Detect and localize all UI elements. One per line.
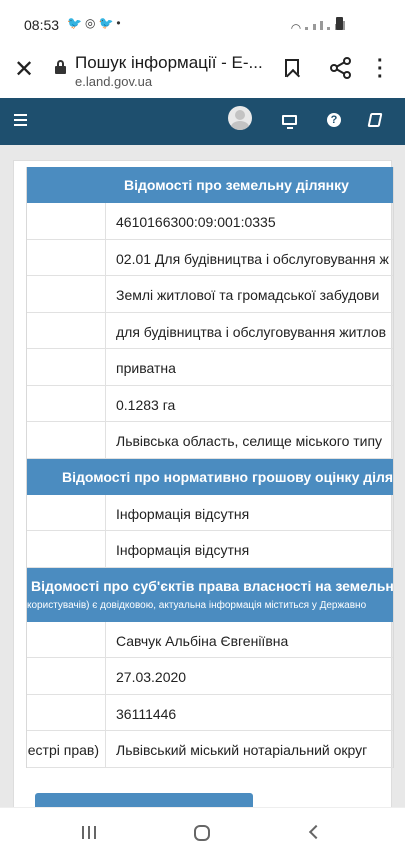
table-row: Львівська область, селище міського типу [27, 422, 393, 459]
bookmark-icon[interactable] [285, 59, 299, 77]
home-icon[interactable] [194, 825, 210, 841]
twitter-icon: 🐦 [67, 16, 85, 30]
table-row: Інформація відсутня [27, 494, 393, 531]
main-content: Відомості про земельну ділянку 461016630… [0, 145, 405, 807]
table-row: естрі прав) Львівський міський нотаріальн… [27, 731, 393, 768]
table-row: 4610166300:09:001:0335 [27, 203, 393, 240]
more-menu-icon[interactable]: · · · [377, 51, 384, 87]
wifi-icon: ◠ [290, 21, 302, 35]
table-row: приватна [27, 349, 393, 386]
pdf-button[interactable] [35, 793, 253, 807]
page-title[interactable]: Пошук інформації - Е-... [75, 53, 263, 73]
avatar[interactable] [228, 106, 252, 130]
share-icon[interactable] [330, 57, 352, 79]
table-row: для будівництва і обслуговування житлов [27, 312, 393, 349]
status-time: 08:53 [24, 17, 60, 33]
lock-icon[interactable] [55, 60, 66, 74]
page-url[interactable]: e.land.gov.ua [75, 74, 152, 89]
hamburger-menu-icon[interactable] [14, 114, 27, 126]
close-icon[interactable]: ✕ [14, 58, 34, 82]
info-table: Відомості про земельну ділянку 461016630… [26, 167, 394, 768]
table-row: 0.1283 га [27, 385, 393, 422]
info-panel: Відомості про земельну ділянку 461016630… [13, 160, 394, 807]
table-row: Савчук Альбіна Євгеніївна [27, 621, 393, 658]
signal-icon [305, 17, 324, 35]
book-icon[interactable] [367, 113, 383, 127]
twitter-icon: 🐦 [98, 16, 117, 30]
status-bar: 08:53 🐦◎🐦• ◠ [0, 0, 405, 48]
section-header-land-plot: Відомості про земельну ділянку [27, 167, 393, 203]
browser-toolbar: ✕ Пошук інформації - Е-... e.land.gov.ua… [0, 48, 405, 98]
table-row: 27.03.2020 [27, 658, 393, 695]
instagram-icon: ◎ [84, 16, 99, 30]
recent-apps-icon[interactable] [82, 826, 96, 839]
app-header: ? [0, 98, 405, 145]
table-row: Землі житлової та громадської забудови [27, 276, 393, 313]
dot-icon: • [116, 16, 124, 30]
monitor-icon[interactable] [282, 115, 297, 129]
ownership-note: користувачів) є довідковою, актуальна ін… [27, 599, 367, 611]
help-icon[interactable]: ? [327, 113, 341, 127]
table-row: 36111446 [27, 694, 393, 731]
system-nav-bar [0, 807, 405, 855]
table-row: Інформація відсутня [27, 531, 393, 568]
section-header-ownership: Відомості про суб'єктів права власності … [27, 567, 393, 622]
back-icon[interactable] [308, 824, 324, 840]
table-row: 02.01 Для будівництва і обслуговування ж [27, 239, 393, 276]
section-header-valuation: Відомості про нормативно грошову оцінку … [27, 458, 393, 495]
battery-icon [336, 17, 343, 30]
notification-icons: 🐦◎🐦• [67, 16, 124, 30]
